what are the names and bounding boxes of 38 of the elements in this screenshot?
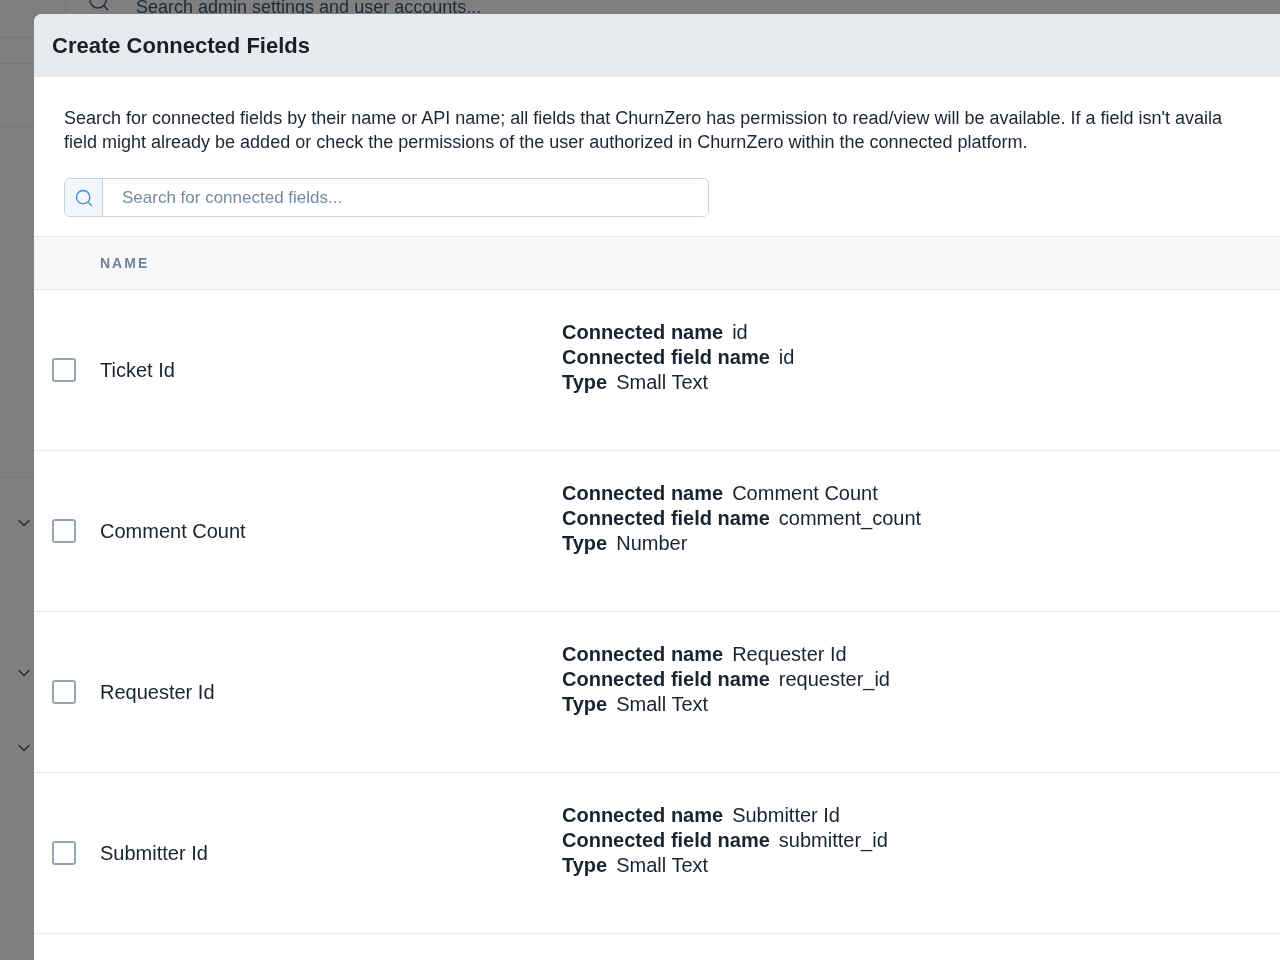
- field-name: Comment Count: [100, 519, 246, 543]
- field-name: Ticket Id: [100, 358, 175, 382]
- detail-value: requester_id: [778, 667, 890, 692]
- search-field[interactable]: Search admin settings and user accounts...: [136, 0, 482, 14]
- search-field[interactable]: Search for connected fields...: [64, 178, 709, 217]
- field-name: Requester Id: [100, 680, 215, 704]
- checkbox[interactable]: [52, 358, 76, 382]
- detail-value: Number: [616, 531, 688, 556]
- checkbox[interactable]: [52, 841, 76, 865]
- detail-value: Small Text: [616, 853, 709, 878]
- detail-value: id: [732, 320, 748, 345]
- detail-label: Type: [562, 692, 608, 717]
- detail-value: Small Text: [616, 370, 709, 395]
- detail-label: Connected field name: [562, 828, 770, 853]
- detail-value: submitter_id: [778, 828, 888, 853]
- detail-value: Small Text: [616, 692, 709, 717]
- detail-value: Comment Count: [732, 481, 878, 506]
- detail-value: Submitter Id: [732, 803, 840, 828]
- detail-value: comment_count: [778, 506, 922, 531]
- checkbox[interactable]: [52, 680, 76, 704]
- detail-label: Connected name: [562, 320, 724, 345]
- dialog-description: Search for connected fields by their name or API name; all fields that ChurnZero has permission to read/view will be available. If a field isn't availa field might already be added or check the permissions of the user authorized in ChurnZero within the connected platform.: [64, 107, 1223, 154]
- detail-label: Type: [562, 370, 608, 395]
- detail-label: Connected field name: [562, 667, 770, 692]
- detail-label: Connected name: [562, 803, 724, 828]
- detail-label: Type: [562, 853, 608, 878]
- checkbox[interactable]: [52, 519, 76, 543]
- detail-value: Requester Id: [732, 642, 847, 667]
- search-icon: [65, 179, 103, 216]
- detail-label: Type: [562, 531, 608, 556]
- detail-label: Connected field name: [562, 345, 770, 370]
- column-header: NAME: [100, 255, 150, 271]
- dialog-title: Create Connected Fields: [52, 32, 310, 59]
- detail-label: Connected name: [562, 481, 724, 506]
- field-name: Submitter Id: [100, 841, 208, 865]
- detail-label: Connected name: [562, 642, 724, 667]
- detail-value: id: [778, 345, 795, 370]
- detail-label: Connected field name: [562, 506, 770, 531]
